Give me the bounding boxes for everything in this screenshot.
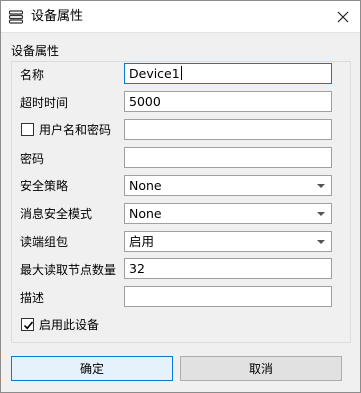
list-icon [8, 9, 24, 25]
timeout-label: 超时时间 [20, 96, 69, 110]
name-value: Device1 [129, 66, 180, 81]
name-field[interactable]: Device1 [124, 63, 332, 84]
security-policy-label: 安全策略 [20, 179, 69, 193]
name-label: 名称 [20, 68, 45, 82]
device-properties-dialog: 设备属性 设备属性 名称 Device1 超时时间 5000 用户名和密码 密码… [0, 0, 361, 393]
enable-checkbox[interactable] [21, 318, 34, 331]
max-read-label: 最大读取节点数量 [20, 263, 117, 277]
message-mode-select[interactable]: None [124, 203, 332, 224]
title-bar: 设备属性 [1, 1, 360, 33]
read-group-select[interactable]: 启用 [124, 231, 332, 252]
enable-label: 启用此设备 [39, 318, 100, 332]
read-group-label: 读端组包 [20, 235, 69, 249]
userpass-checkbox[interactable] [21, 123, 34, 136]
close-button[interactable] [330, 4, 356, 30]
message-mode-value: None [129, 206, 162, 221]
group-title: 设备属性 [11, 44, 60, 58]
security-policy-select[interactable]: None [124, 175, 332, 196]
password-label: 密码 [20, 152, 45, 166]
close-icon [337, 11, 349, 23]
description-field[interactable] [124, 286, 332, 307]
text-caret [180, 66, 182, 80]
max-read-field[interactable]: 32 [124, 258, 332, 279]
chevron-down-icon [317, 240, 325, 244]
userpass-label: 用户名和密码 [39, 123, 112, 137]
read-group-value: 启用 [129, 234, 155, 249]
checkmark-icon [23, 321, 34, 330]
window-title: 设备属性 [31, 9, 84, 24]
chevron-down-icon [317, 212, 325, 216]
username-field[interactable] [124, 119, 332, 140]
description-label: 描述 [20, 291, 45, 305]
password-field[interactable] [124, 147, 332, 168]
ok-button[interactable]: 确定 [11, 356, 173, 381]
timeout-field[interactable]: 5000 [124, 91, 332, 112]
chevron-down-icon [317, 184, 325, 188]
message-mode-label: 消息安全模式 [20, 207, 93, 221]
security-policy-value: None [129, 178, 162, 193]
cancel-button[interactable]: 取消 [180, 356, 342, 381]
